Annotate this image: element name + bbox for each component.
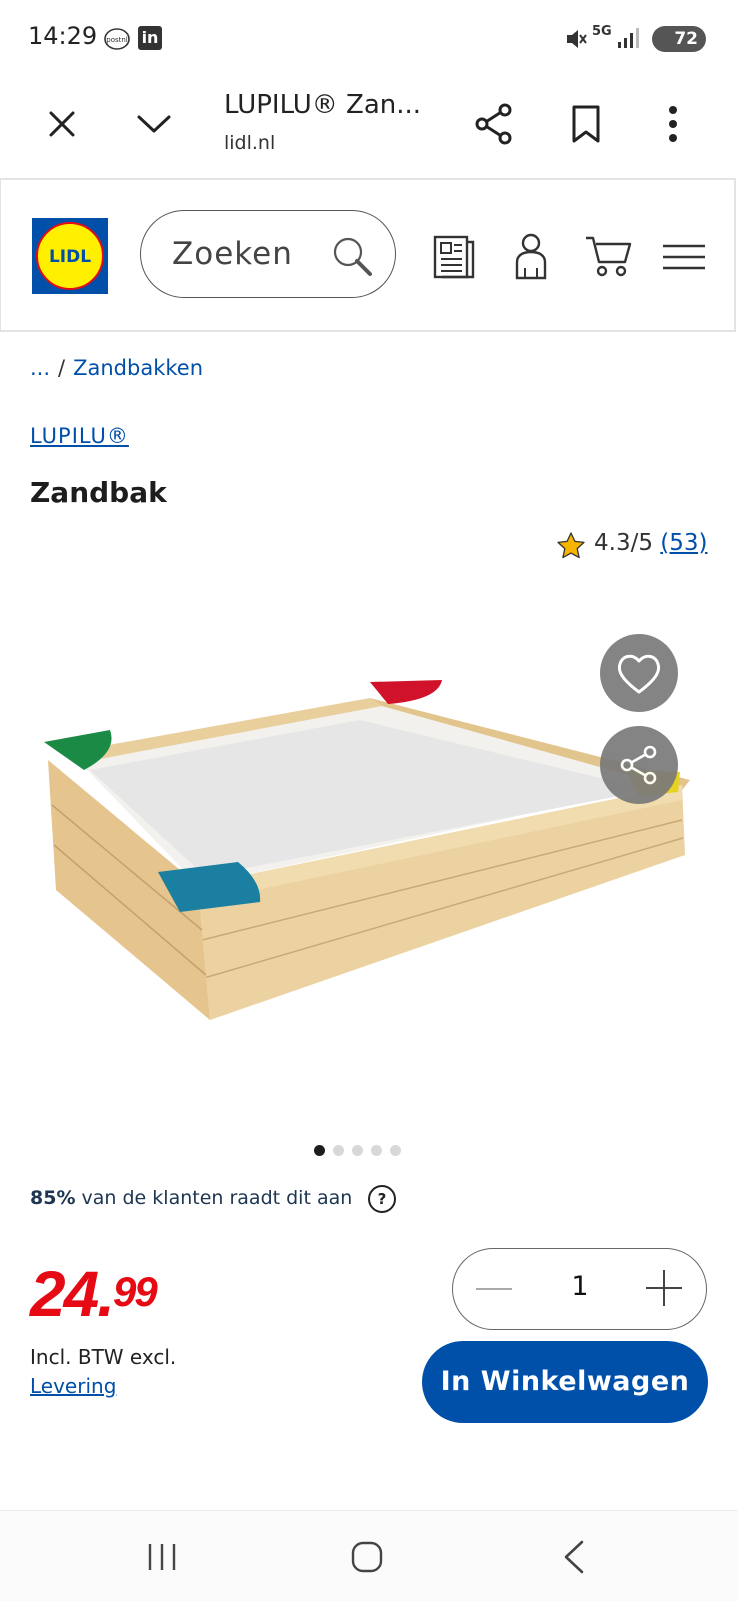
battery-level: 72 [674,29,698,49]
tab-title: LUPILU® Zan... [224,90,422,120]
menu-icon[interactable] [662,244,706,270]
signal-icon [616,26,640,50]
wishlist-button[interactable] [600,634,678,712]
increase-quantity-button[interactable] [644,1268,684,1308]
review-count-link[interactable]: (53) [660,530,707,556]
recent-apps-icon[interactable] [146,1541,178,1573]
bookmark-icon[interactable] [570,104,602,144]
home-icon[interactable] [350,1540,384,1574]
battery-icon: 72 [652,26,706,52]
price: 24.99 [30,1262,158,1326]
minus-icon [476,1288,512,1290]
lidl-logo[interactable]: LIDL [32,218,108,294]
status-time: 14:29 [28,22,98,50]
gallery-pagination [314,1141,409,1160]
back-icon[interactable] [562,1540,586,1574]
more-vert-icon[interactable] [667,104,679,144]
search-icon[interactable] [330,234,374,278]
share-icon[interactable] [474,102,514,146]
rating: 4.3/5 (53) [594,530,708,556]
plus-icon [646,1270,682,1306]
breadcrumb-ellipsis[interactable]: ... [30,356,50,380]
account-icon[interactable] [514,232,548,280]
gallery-dot[interactable] [314,1145,325,1156]
rating-value: 4.3/5 [594,530,653,556]
price-whole: 24. [30,1258,115,1330]
breadcrumb-separator: / [58,356,66,380]
leaflet-icon[interactable] [432,234,476,280]
postnl-icon: postnl [104,26,130,52]
decrease-quantity-button[interactable] [474,1272,514,1306]
breadcrumb: ... / Zandbakken [30,356,203,380]
share-icon [620,745,657,785]
svg-text:LIDL: LIDL [49,247,91,267]
chevron-down-icon[interactable] [136,110,172,138]
linkedin-icon: in [138,26,162,50]
gallery-dot[interactable] [390,1145,401,1156]
add-to-cart-button[interactable]: In Winkelwagen [422,1341,708,1423]
cart-icon[interactable] [584,234,632,278]
price-cents: 99 [112,1268,158,1315]
breadcrumb-link-zandbakken[interactable]: Zandbakken [73,356,203,380]
help-icon[interactable]: ? [368,1185,396,1213]
recommend-label: van de klanten raadt dit aan [75,1187,353,1209]
mute-vibrate-icon [563,26,589,52]
tab-url: lidl.nl [224,132,276,154]
network-label: 5G [592,24,612,39]
brand-link[interactable]: LUPILU® [30,424,129,448]
gallery-dot[interactable] [352,1145,363,1156]
gallery-dot[interactable] [333,1145,344,1156]
delivery-link[interactable]: Levering [30,1374,116,1398]
heart-icon [617,654,661,694]
quantity-value[interactable]: 1 [570,1271,590,1302]
share-product-button[interactable] [600,726,678,804]
price-note: Incl. BTW excl. [30,1345,177,1369]
svg-text:postnl: postnl [106,36,128,44]
gallery-dot[interactable] [371,1145,382,1156]
star-icon [556,531,586,561]
close-icon[interactable] [46,108,78,140]
search-placeholder: Zoeken [172,236,293,272]
product-title: Zandbak [30,476,167,509]
recommend-percentage: 85% [30,1187,76,1209]
recommendation-text: 85% van de klanten raadt dit aan [30,1187,352,1209]
